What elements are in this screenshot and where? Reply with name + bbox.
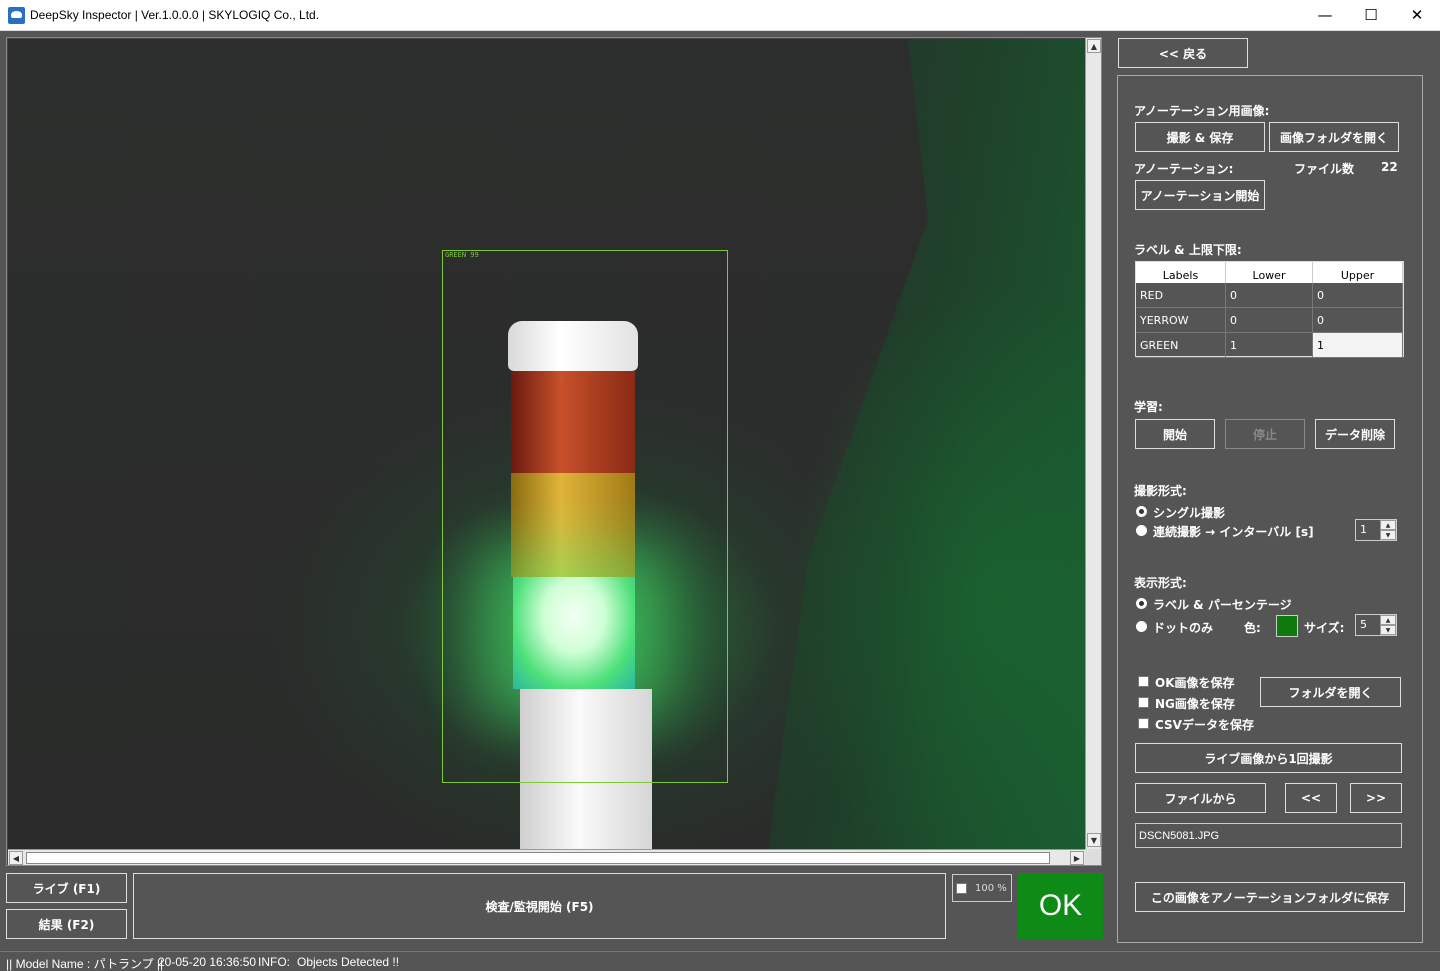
zoom-value: 100 % bbox=[975, 882, 1007, 894]
status-info-label: INFO: bbox=[258, 955, 290, 969]
stepper-down-icon[interactable]: ▼ bbox=[1380, 530, 1396, 540]
minimize-button[interactable]: — bbox=[1302, 0, 1348, 30]
status-info-message: Objects Detected !! bbox=[297, 955, 400, 969]
stepper-down-icon[interactable]: ▼ bbox=[1380, 625, 1396, 635]
app-logo-icon bbox=[8, 7, 25, 24]
vertical-scrollbar[interactable]: ▲ ▼ bbox=[1085, 38, 1101, 849]
table-cell-lower[interactable]: 1 bbox=[1226, 333, 1313, 358]
save-csv-label: CSVデータを保存 bbox=[1155, 718, 1254, 732]
column-header-labels: Labels bbox=[1136, 262, 1226, 283]
image-viewer: GREEN 99 ▲ ▼ ◀ ▶ bbox=[6, 37, 1102, 866]
table-cell-upper[interactable]: 0 bbox=[1313, 308, 1403, 333]
save-to-annotation-folder-button[interactable]: この画像をアノーテーションフォルダに保存 bbox=[1135, 882, 1405, 912]
scroll-up-button[interactable]: ▲ bbox=[1087, 39, 1101, 53]
scroll-corner bbox=[1085, 849, 1101, 865]
save-ok-images-label: OK画像を保存 bbox=[1155, 676, 1235, 690]
table-cell-upper-selected[interactable]: 1 bbox=[1313, 333, 1403, 358]
scroll-down-button[interactable]: ▼ bbox=[1087, 833, 1101, 847]
background-fabric bbox=[768, 39, 1085, 850]
scroll-right-button[interactable]: ▶ bbox=[1070, 851, 1084, 865]
color-picker[interactable] bbox=[1276, 615, 1298, 637]
file-count-value: 22 bbox=[1381, 160, 1398, 174]
maximize-button[interactable]: ☐ bbox=[1348, 0, 1394, 30]
result-button[interactable]: 結果 (F2) bbox=[6, 909, 127, 939]
single-capture-radio[interactable] bbox=[1136, 506, 1147, 517]
interval-value: 1 bbox=[1360, 523, 1367, 536]
size-stepper[interactable]: 5 ▲ ▼ bbox=[1355, 614, 1397, 636]
back-button[interactable]: << 戻る bbox=[1118, 38, 1248, 68]
size-label: サイズ: bbox=[1304, 621, 1345, 635]
judgement-display: OK bbox=[1018, 873, 1103, 939]
capture-once-button[interactable]: ライブ画像から1回撮影 bbox=[1135, 743, 1402, 773]
save-ng-images-checkbox[interactable] bbox=[1138, 697, 1149, 708]
save-csv-checkbox[interactable] bbox=[1138, 718, 1149, 729]
detection-label: GREEN 99 bbox=[445, 251, 479, 259]
dot-only-label: ドットのみ bbox=[1153, 621, 1214, 635]
horizontal-scrollbar[interactable]: ◀ ▶ bbox=[8, 849, 1085, 865]
data-delete-button[interactable]: データ削除 bbox=[1315, 419, 1395, 449]
label-percentage-radio[interactable] bbox=[1136, 598, 1147, 609]
table-cell-lower[interactable]: 0 bbox=[1226, 308, 1313, 333]
column-header-lower: Lower bbox=[1226, 262, 1313, 283]
interval-stepper[interactable]: 1 ▲ ▼ bbox=[1355, 519, 1397, 541]
table-cell-label[interactable]: GREEN bbox=[1136, 333, 1226, 358]
file-count-label: ファイル数 bbox=[1294, 162, 1355, 176]
learn-start-button[interactable]: 開始 bbox=[1135, 419, 1215, 449]
stepper-up-icon[interactable]: ▲ bbox=[1380, 520, 1396, 530]
annotation-image-label: アノーテーション用画像: bbox=[1134, 104, 1270, 118]
next-image-button[interactable]: >> bbox=[1350, 783, 1402, 813]
save-ok-images-checkbox[interactable] bbox=[1138, 676, 1149, 687]
color-label: 色: bbox=[1244, 621, 1261, 635]
table-cell-label[interactable]: YERROW bbox=[1136, 308, 1226, 333]
title-bar: DeepSky Inspector | Ver.1.0.0.0 | SKYLOG… bbox=[0, 0, 1440, 31]
open-image-folder-button[interactable]: 画像フォルダを開く bbox=[1269, 122, 1399, 152]
display-mode-label: 表示形式: bbox=[1134, 576, 1187, 590]
stepper-up-icon[interactable]: ▲ bbox=[1380, 615, 1396, 625]
close-button[interactable]: ✕ bbox=[1394, 0, 1440, 30]
zoom-checkbox[interactable] bbox=[956, 882, 967, 894]
table-cell-upper[interactable]: 0 bbox=[1313, 283, 1403, 308]
status-bar: || Model Name : パトランプ || 20-05-20 16:36:… bbox=[0, 951, 1440, 971]
column-header-upper: Upper bbox=[1313, 262, 1403, 283]
table-cell-label[interactable]: RED bbox=[1136, 283, 1226, 308]
from-file-button[interactable]: ファイルから bbox=[1135, 783, 1266, 813]
live-button[interactable]: ライブ (F1) bbox=[6, 873, 127, 903]
prev-image-button[interactable]: << bbox=[1285, 783, 1337, 813]
continuous-capture-radio[interactable] bbox=[1136, 525, 1147, 536]
detection-bounding-box: GREEN 99 bbox=[442, 250, 728, 783]
horizontal-scroll-thumb[interactable] bbox=[26, 852, 1050, 864]
annotation-label: アノーテーション: bbox=[1134, 162, 1234, 176]
size-value: 5 bbox=[1360, 618, 1367, 631]
status-timestamp: 20-05-20 16:36:50 bbox=[158, 955, 257, 969]
open-folder-button[interactable]: フォルダを開く bbox=[1260, 677, 1401, 707]
capture-save-button[interactable]: 撮影 & 保存 bbox=[1135, 122, 1265, 152]
learn-stop-button[interactable]: 停止 bbox=[1225, 419, 1305, 449]
camera-image: GREEN 99 bbox=[8, 39, 1085, 850]
label-percentage-label: ラベル & パーセンテージ bbox=[1153, 598, 1292, 612]
table-cell-lower[interactable]: 0 bbox=[1226, 283, 1313, 308]
inspect-start-button[interactable]: 検査/監視開始 (F5) bbox=[133, 873, 946, 939]
continuous-capture-label: 連続撮影 → インターバル [s] bbox=[1153, 525, 1314, 539]
window-title: DeepSky Inspector | Ver.1.0.0.0 | SKYLOG… bbox=[30, 8, 320, 22]
zoom-control[interactable]: 100 % bbox=[952, 874, 1012, 902]
label-limit-table[interactable]: Labels Lower Upper RED 0 0 YERROW 0 0 GR… bbox=[1135, 261, 1404, 358]
annotation-start-button[interactable]: アノーテーション開始 bbox=[1135, 180, 1265, 210]
single-capture-label: シングル撮影 bbox=[1153, 506, 1226, 520]
scroll-left-button[interactable]: ◀ bbox=[9, 851, 23, 865]
dot-only-radio[interactable] bbox=[1136, 621, 1147, 632]
labels-limits-label: ラベル & 上限下限: bbox=[1134, 243, 1242, 257]
capture-mode-label: 撮影形式: bbox=[1134, 484, 1187, 498]
filename-field[interactable]: DSCN5081.JPG bbox=[1135, 823, 1402, 848]
learning-label: 学習: bbox=[1134, 400, 1163, 414]
status-model-name: || Model Name : パトランプ || bbox=[6, 957, 164, 971]
save-ng-images-label: NG画像を保存 bbox=[1155, 697, 1235, 711]
